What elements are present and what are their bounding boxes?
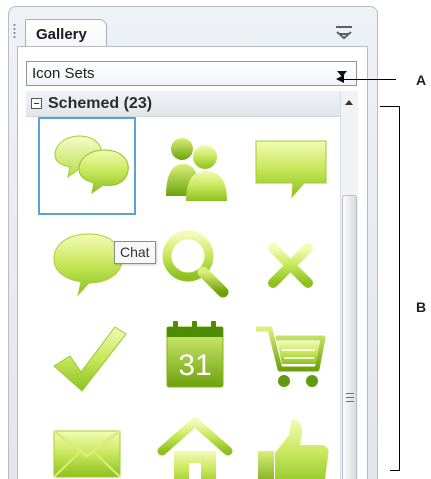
icon-sets-dropdown[interactable]: Icon Sets	[26, 61, 357, 86]
callout-line-b-bottom	[390, 470, 400, 471]
scroll-thumb[interactable]	[342, 195, 357, 479]
callout-label-b: B	[416, 299, 427, 315]
gallery-item-thumbs-up[interactable]	[242, 403, 340, 479]
panel-grip-icon[interactable]	[13, 23, 16, 39]
check-icon	[53, 326, 127, 392]
schemed-group-header[interactable]: Schemed (23)	[26, 91, 340, 117]
callout-line-b-vertical	[399, 106, 400, 471]
speech-rectangle-icon	[255, 140, 327, 199]
dropdown-selected-value: Icon Sets	[32, 65, 95, 82]
home-icon	[157, 417, 233, 479]
mail-icon	[53, 429, 121, 478]
gallery-screenshot: Gallery Icon Sets Schemed (23) 31 Chat A…	[0, 0, 431, 479]
collapse-minus-icon[interactable]	[31, 98, 42, 109]
schemed-group-title: Schemed (23)	[48, 95, 153, 112]
callout-line-a	[344, 79, 396, 80]
panel-menu-icon[interactable]	[333, 25, 355, 43]
gallery-panel: Gallery Icon Sets Schemed (23) 31 Chat	[8, 6, 378, 479]
close-x-icon	[268, 243, 313, 288]
panel-tabbar: Gallery	[9, 7, 377, 47]
gallery-item-search[interactable]	[146, 213, 244, 311]
callout-line-b-top	[380, 106, 400, 107]
gallery-item-close-x[interactable]	[242, 213, 340, 311]
users-icon	[166, 138, 227, 201]
gallery-item-mail[interactable]	[38, 403, 136, 479]
gallery-item-speech-rectangle[interactable]	[242, 117, 340, 215]
tab-gallery-label: Gallery	[36, 26, 87, 43]
shopping-cart-icon	[256, 326, 326, 387]
gallery-item-check[interactable]	[38, 307, 136, 405]
gallery-content: Icon Sets Schemed (23) 31 Chat	[17, 46, 368, 479]
search-icon	[162, 230, 229, 298]
calendar-icon: 31	[166, 321, 224, 388]
callout-label-a: A	[416, 72, 427, 88]
scroll-grip-icon	[346, 393, 354, 402]
callout-arrow-a-icon	[336, 75, 344, 83]
thumbs-up-icon	[258, 419, 329, 479]
chat-tooltip: Chat	[114, 241, 156, 264]
calendar-day: 31	[178, 349, 211, 382]
tab-gallery[interactable]: Gallery	[25, 19, 107, 47]
icon-gallery-grid: 31 Chat	[26, 117, 340, 479]
gallery-item-calendar[interactable]: 31	[146, 307, 244, 405]
gallery-item-home[interactable]	[146, 403, 244, 479]
gallery-item-shopping-cart[interactable]	[242, 307, 340, 405]
gallery-item-chat[interactable]	[38, 117, 136, 215]
chat-icon	[54, 135, 129, 195]
gallery-item-users[interactable]	[146, 117, 244, 215]
gallery-scrollbar[interactable]	[340, 91, 358, 479]
scroll-up-arrow-icon[interactable]	[345, 100, 353, 105]
